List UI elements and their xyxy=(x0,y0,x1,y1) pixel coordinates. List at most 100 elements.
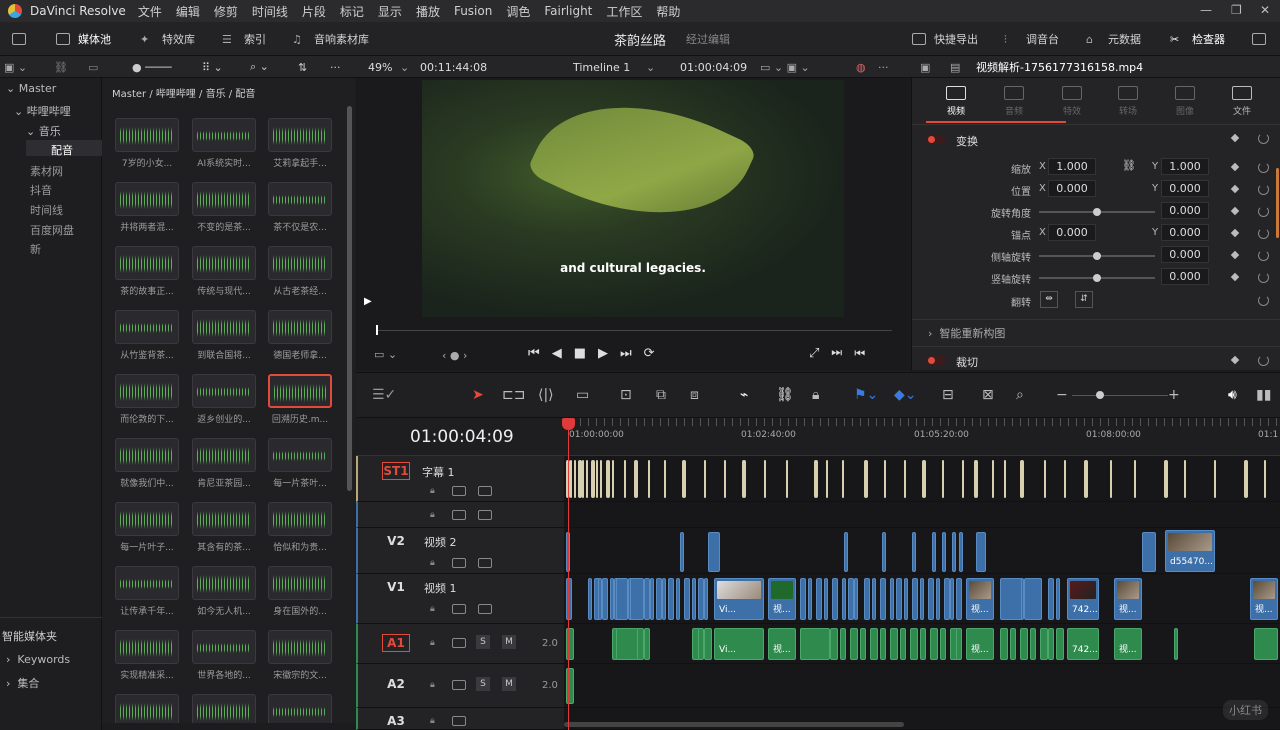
timeline-clip[interactable] xyxy=(708,532,720,572)
media-clip-thumbnail[interactable] xyxy=(192,694,256,723)
reset-icon[interactable] xyxy=(1258,295,1269,306)
comment-icon[interactable]: ▭ xyxy=(88,56,98,78)
reset-icon[interactable] xyxy=(1258,133,1269,144)
timeline-clip[interactable] xyxy=(912,578,918,620)
reset-icon[interactable] xyxy=(1258,162,1269,173)
keyframe-icon[interactable] xyxy=(1230,250,1240,260)
subtitle-clip[interactable] xyxy=(591,460,595,498)
lock-icon[interactable]: 🔒︎ xyxy=(430,486,435,496)
bin-music[interactable]: ⌄ 音乐 xyxy=(26,123,61,139)
media-clip-thumbnail[interactable] xyxy=(268,694,332,723)
media-clip-thumbnail[interactable] xyxy=(192,438,256,472)
audio-clip[interactable] xyxy=(1000,628,1008,660)
audio-clip[interactable] xyxy=(956,628,962,660)
subtitle-clip[interactable] xyxy=(682,460,686,498)
timeline-clip[interactable] xyxy=(1056,578,1060,620)
media-clip-thumbnail[interactable] xyxy=(115,694,179,723)
rotation-knob[interactable] xyxy=(1093,208,1101,216)
reset-icon[interactable] xyxy=(1258,250,1269,261)
audio-clip[interactable] xyxy=(1056,628,1064,660)
timeline-clip[interactable] xyxy=(808,578,812,620)
subtitle-clip[interactable] xyxy=(864,460,868,498)
flag-icon[interactable]: ⚑⌄ xyxy=(854,387,878,405)
media-clip-thumbnail[interactable] xyxy=(192,502,256,536)
media-clip-thumbnail[interactable] xyxy=(115,246,179,280)
timeline-clip[interactable] xyxy=(1000,578,1022,620)
media-clip-thumbnail[interactable] xyxy=(115,310,179,344)
subtitle-clip[interactable] xyxy=(1214,460,1216,498)
media-clip-thumbnail[interactable] xyxy=(192,118,256,152)
subtitle-clip[interactable] xyxy=(992,460,994,498)
metadata-button[interactable]: ⌂ 元数据 xyxy=(1086,22,1141,56)
audio-clip[interactable] xyxy=(644,628,650,660)
panel-layout-icon[interactable]: ▣ ⌄ xyxy=(4,56,27,78)
audio-clip[interactable] xyxy=(900,628,906,660)
zoom-out-icon[interactable]: − xyxy=(1056,387,1068,405)
menu-fusion[interactable]: Fusion xyxy=(454,4,492,18)
audio-clip[interactable] xyxy=(1048,628,1054,660)
subtitle-clip[interactable] xyxy=(1164,460,1168,498)
media-clip-thumbnail[interactable] xyxy=(192,246,256,280)
yaw-knob[interactable] xyxy=(1093,274,1101,282)
timeline-clip[interactable] xyxy=(616,578,628,620)
lock-icon[interactable]: 🔒︎ xyxy=(812,387,819,405)
subtitle-clip[interactable] xyxy=(904,460,906,498)
lock-icon[interactable]: 🔒︎ xyxy=(430,558,435,568)
timeline-clip[interactable] xyxy=(959,532,963,572)
keyframe-icon[interactable] xyxy=(1230,206,1240,216)
zoom-x-field[interactable]: 1.000 xyxy=(1048,158,1096,175)
quick-export-button[interactable]: 快捷导出 xyxy=(912,22,978,56)
timeline-clip[interactable]: 视... xyxy=(768,628,796,660)
timeline-clip[interactable] xyxy=(832,578,838,620)
media-clip-thumbnail[interactable] xyxy=(268,566,332,600)
audio-clip[interactable] xyxy=(616,628,638,660)
bin-baidu[interactable]: 百度网盘 xyxy=(30,222,74,238)
zoom-level[interactable]: 49% xyxy=(368,56,392,78)
media-clip-thumbnail[interactable] xyxy=(268,438,332,472)
tab-image[interactable]: 图像 xyxy=(1155,86,1215,117)
collapse-button[interactable] xyxy=(1252,22,1266,56)
lock-icon[interactable]: 🔒︎ xyxy=(430,638,435,648)
minimize-icon[interactable]: — xyxy=(1200,3,1212,17)
audio-clip[interactable] xyxy=(840,628,846,660)
media-clip-thumbnail[interactable] xyxy=(192,630,256,664)
lock-icon[interactable]: 🔒︎ xyxy=(430,604,435,614)
media-clip-thumbnail[interactable] xyxy=(192,310,256,344)
video-visible-icon[interactable] xyxy=(478,558,492,568)
keyframe-icon[interactable] xyxy=(1230,162,1240,172)
timeline-clip[interactable] xyxy=(882,532,886,572)
link-icon[interactable]: ⛓ xyxy=(54,56,68,78)
reset-icon[interactable] xyxy=(1258,184,1269,195)
timeline-clip[interactable] xyxy=(1048,578,1054,620)
mixer-button[interactable]: ⫶ 调音台 xyxy=(1004,22,1059,56)
timeline-clip[interactable] xyxy=(854,578,858,620)
maximize-icon[interactable]: ❐ xyxy=(1231,3,1242,17)
bin-timeline[interactable]: 时间线 xyxy=(30,202,63,218)
audio-clip[interactable] xyxy=(860,628,866,660)
track-header-a2[interactable]: A2 🔒︎ S M 2.0 xyxy=(356,664,564,708)
timeline-clip[interactable] xyxy=(936,578,940,620)
anchor-y-field[interactable]: 0.000 xyxy=(1161,224,1209,241)
timeline-clip[interactable] xyxy=(932,532,936,572)
media-clip-thumbnail[interactable] xyxy=(115,566,179,600)
timeline-clip[interactable] xyxy=(896,578,902,620)
auto-select-icon[interactable] xyxy=(452,716,466,726)
transport-controls[interactable]: ⏮◀■▶⏭⟳ xyxy=(528,346,667,361)
video-frame[interactable]: and cultural legacies. xyxy=(422,80,844,317)
track-header-a1[interactable]: A1 🔒︎ S M 2.0 xyxy=(356,624,564,664)
sound-library-button[interactable]: ♫ 音响素材库 xyxy=(292,22,369,56)
tab-video[interactable]: 视频 xyxy=(926,86,986,117)
subtitle-clip[interactable] xyxy=(742,460,746,498)
audio-clip[interactable] xyxy=(940,628,946,660)
subtitle-clip[interactable] xyxy=(570,460,572,498)
media-clip-thumbnail[interactable] xyxy=(268,630,332,664)
dynamic-trim-icon[interactable]: ⟨|⟩ xyxy=(538,387,554,405)
audio-clip[interactable] xyxy=(1040,628,1048,660)
menu-clip[interactable]: 片段 xyxy=(302,3,326,20)
audio-clip[interactable] xyxy=(1254,628,1278,660)
zoom-in-icon[interactable]: + xyxy=(1168,387,1180,405)
timeline-clip[interactable] xyxy=(800,578,806,620)
subtitle-clip[interactable] xyxy=(1044,460,1046,498)
viewer-more-icon[interactable]: ··· xyxy=(878,56,889,78)
subtitle-clip[interactable] xyxy=(582,460,584,498)
